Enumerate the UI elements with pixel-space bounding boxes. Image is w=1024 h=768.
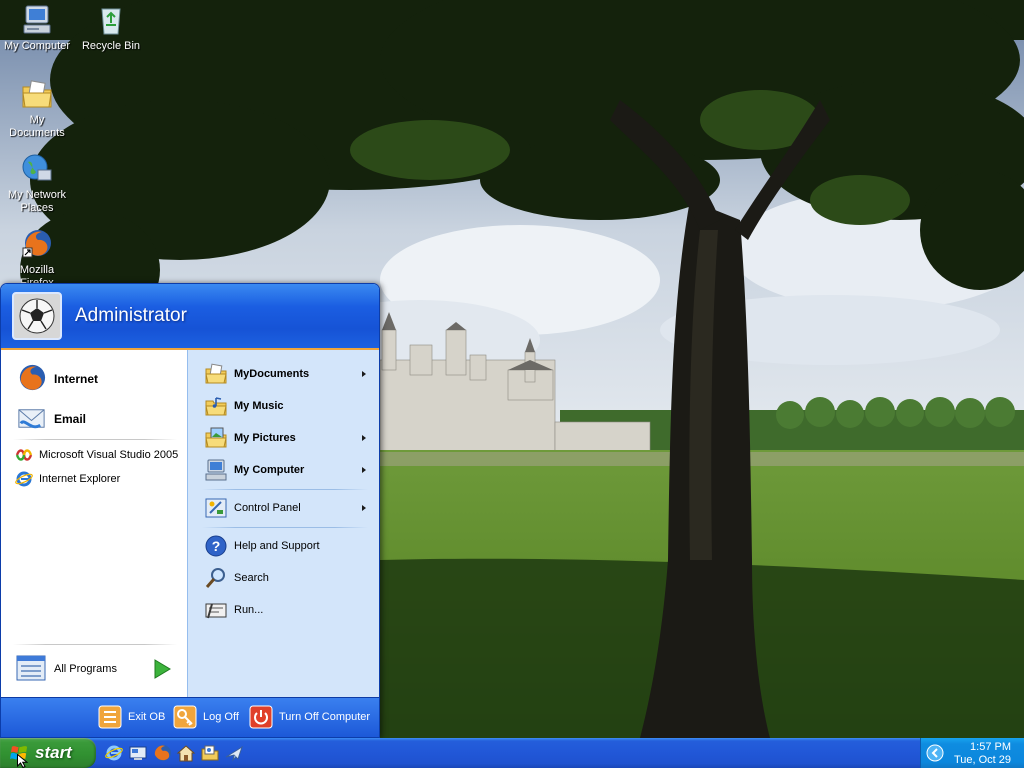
help-icon: ? [205, 535, 227, 557]
desktop-icon-my-documents[interactable]: My Documents [1, 77, 73, 140]
submenu-arrow [362, 505, 366, 511]
pinned-item-internet[interactable]: Internet [15, 362, 98, 395]
visual-studio-icon [15, 449, 33, 461]
place-label: Help and Support [234, 540, 320, 552]
start-menu-right-pane: MyDocuments My Music My Pictures My Comp… [187, 350, 379, 697]
separator [202, 489, 368, 490]
soccer-ball-icon [14, 294, 60, 338]
desktop-icon-my-computer[interactable]: My Computer [1, 3, 73, 53]
start-menu-left-pane: Internet Email Microsoft Visual Studio 2… [1, 350, 187, 697]
firefox-icon[interactable] [152, 743, 172, 763]
system-tray: 1:57 PM Tue, Oct 29 [920, 738, 1024, 768]
all-programs-icon [16, 655, 46, 681]
airplane-icon[interactable] [224, 743, 244, 763]
place-label: My Pictures [234, 432, 296, 444]
desktop-icon-network-places[interactable]: My Network Places [1, 152, 73, 215]
all-programs-label: All Programs [54, 663, 117, 675]
run-icon [205, 603, 227, 619]
my-computer-icon [23, 5, 51, 34]
start-menu-header: Administrator [1, 284, 379, 350]
clock-date[interactable]: Tue, Oct 29 [954, 754, 1011, 766]
place-my-pictures[interactable]: My Pictures [204, 426, 378, 450]
log-off-label: Log Off [203, 711, 239, 723]
all-programs-button[interactable]: All Programs [15, 654, 172, 684]
user-name: Administrator [75, 305, 187, 326]
mouse-cursor-icon [17, 754, 28, 768]
user-avatar[interactable] [12, 292, 62, 340]
network-places-icon [22, 154, 52, 181]
desktop-icon-label: My Computer [3, 40, 71, 52]
place-run[interactable]: Run... [204, 598, 378, 622]
taskbar: start 1:57 PM Tue, Oct 29 [0, 738, 1024, 768]
recent-item-visual-studio[interactable]: Microsoft Visual Studio 2005 [15, 446, 178, 464]
pinned-item-label: Email [54, 411, 87, 426]
desktop-icon-label: Recycle Bin [81, 40, 141, 52]
start-menu: Administrator Internet Email Microsoft V… [0, 283, 380, 738]
folder-music-icon [205, 397, 227, 416]
start-label: start [35, 743, 72, 762]
place-label: My Music [234, 400, 284, 412]
internet-explorer-icon [15, 471, 33, 487]
separator [202, 527, 368, 528]
place-label: Run... [234, 604, 264, 616]
recent-item-label: Internet Explorer [39, 473, 121, 485]
show-desktop-icon[interactable] [128, 743, 148, 763]
firefox-icon [19, 364, 46, 391]
clock-time[interactable]: 1:57 PM [970, 741, 1011, 753]
recent-item-internet-explorer[interactable]: Internet Explorer [15, 470, 120, 488]
turn-off-button[interactable]: Turn Off Computer [249, 705, 370, 729]
desktop-icon-recycle-bin[interactable]: Recycle Bin [75, 3, 147, 53]
start-menu-footer: Exit OB Log Off Turn Off Computer [1, 697, 379, 737]
quick-launch-bar [104, 743, 248, 763]
log-off-button[interactable]: Log Off [173, 705, 239, 729]
place-my-documents[interactable]: MyDocuments [204, 362, 378, 386]
place-label: Control Panel [234, 502, 301, 514]
place-my-music[interactable]: My Music [204, 394, 378, 418]
place-label: Search [234, 572, 269, 584]
control-panel-icon [205, 498, 227, 518]
place-control-panel[interactable]: Control Panel [204, 496, 378, 520]
desktop-icon-label: My Documents [9, 114, 65, 139]
place-my-computer[interactable]: My Computer [204, 458, 378, 482]
desktop-icon-label: My Network Places [7, 189, 67, 214]
my-documents-icon [22, 80, 52, 108]
pinned-item-label: Internet [54, 371, 99, 386]
home-icon[interactable] [176, 743, 196, 763]
separator [13, 439, 177, 440]
chevron-left-icon[interactable] [926, 744, 944, 762]
folder-pictures-icon [205, 427, 227, 448]
place-label: MyDocuments [234, 368, 310, 380]
start-button[interactable]: start [0, 738, 96, 768]
pinned-item-email[interactable]: Email [15, 402, 86, 435]
desktop-icon-firefox[interactable]: Mozilla Firefox [1, 227, 73, 290]
svg-text:?: ? [212, 538, 221, 554]
exit-icon [98, 705, 122, 729]
folder-documents-icon [205, 363, 227, 384]
power-icon [249, 705, 273, 729]
submenu-arrow [362, 435, 366, 441]
exit-ob-button[interactable]: Exit OB [98, 705, 165, 729]
submenu-arrow [362, 467, 366, 473]
place-label: My Computer [234, 464, 305, 476]
recycle-bin-icon [101, 8, 121, 35]
exit-ob-label: Exit OB [128, 711, 166, 723]
turn-off-label: Turn Off Computer [279, 711, 371, 723]
firefox-icon [22, 230, 51, 258]
recent-item-label: Microsoft Visual Studio 2005 [39, 449, 179, 461]
computer-icon [205, 459, 227, 481]
place-help-and-support[interactable]: ? Help and Support [204, 534, 378, 558]
email-icon [18, 409, 45, 429]
internet-explorer-icon[interactable] [104, 743, 124, 763]
key-icon [173, 705, 197, 729]
place-search[interactable]: Search [204, 566, 378, 590]
media-icon[interactable] [200, 743, 220, 763]
arrow-right-icon [154, 659, 171, 679]
search-icon [205, 568, 225, 588]
submenu-arrow [362, 371, 366, 377]
separator [13, 644, 177, 645]
